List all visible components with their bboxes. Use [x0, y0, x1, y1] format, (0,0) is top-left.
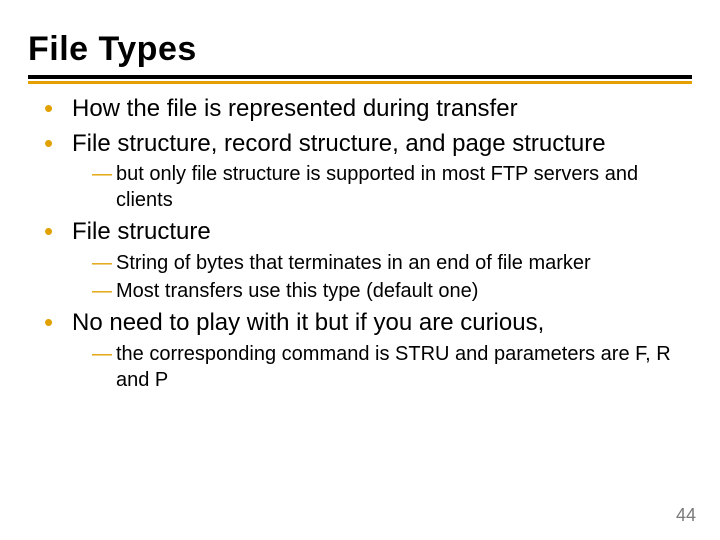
- sub-bullet-list: but only file structure is supported in …: [72, 161, 692, 213]
- bullet-text: No need to play with it but if you are c…: [72, 309, 544, 336]
- sub-bullet-text: String of bytes that terminates in an en…: [116, 252, 591, 274]
- rule-orange: [28, 81, 692, 84]
- sub-bullet-item: the corresponding command is STRU and pa…: [92, 341, 692, 393]
- sub-bullet-item: but only file structure is supported in …: [92, 161, 692, 213]
- bullet-item: How the file is represented during trans…: [44, 94, 692, 125]
- bullet-item: File structure String of bytes that term…: [44, 217, 692, 304]
- sub-bullet-list: String of bytes that terminates in an en…: [72, 250, 692, 304]
- sub-bullet-item: Most transfers use this type (default on…: [92, 278, 692, 304]
- sub-bullet-list: the corresponding command is STRU and pa…: [72, 341, 692, 393]
- bullet-text: How the file is represented during trans…: [72, 95, 518, 122]
- sub-bullet-item: String of bytes that terminates in an en…: [92, 250, 692, 276]
- sub-bullet-text: but only file structure is supported in …: [116, 163, 638, 211]
- slide: File Types How the file is represented d…: [0, 0, 720, 540]
- bullet-text: File structure, record structure, and pa…: [72, 130, 606, 157]
- page-number: 44: [676, 505, 696, 526]
- bullet-text: File structure: [72, 218, 211, 245]
- bullet-item: No need to play with it but if you are c…: [44, 308, 692, 393]
- slide-title: File Types: [28, 30, 692, 69]
- title-rules: [28, 75, 692, 84]
- bullet-list: How the file is represented during trans…: [28, 94, 692, 393]
- rule-black: [28, 75, 692, 79]
- sub-bullet-text: the corresponding command is STRU and pa…: [116, 343, 671, 391]
- sub-bullet-text: Most transfers use this type (default on…: [116, 280, 478, 302]
- bullet-item: File structure, record structure, and pa…: [44, 129, 692, 214]
